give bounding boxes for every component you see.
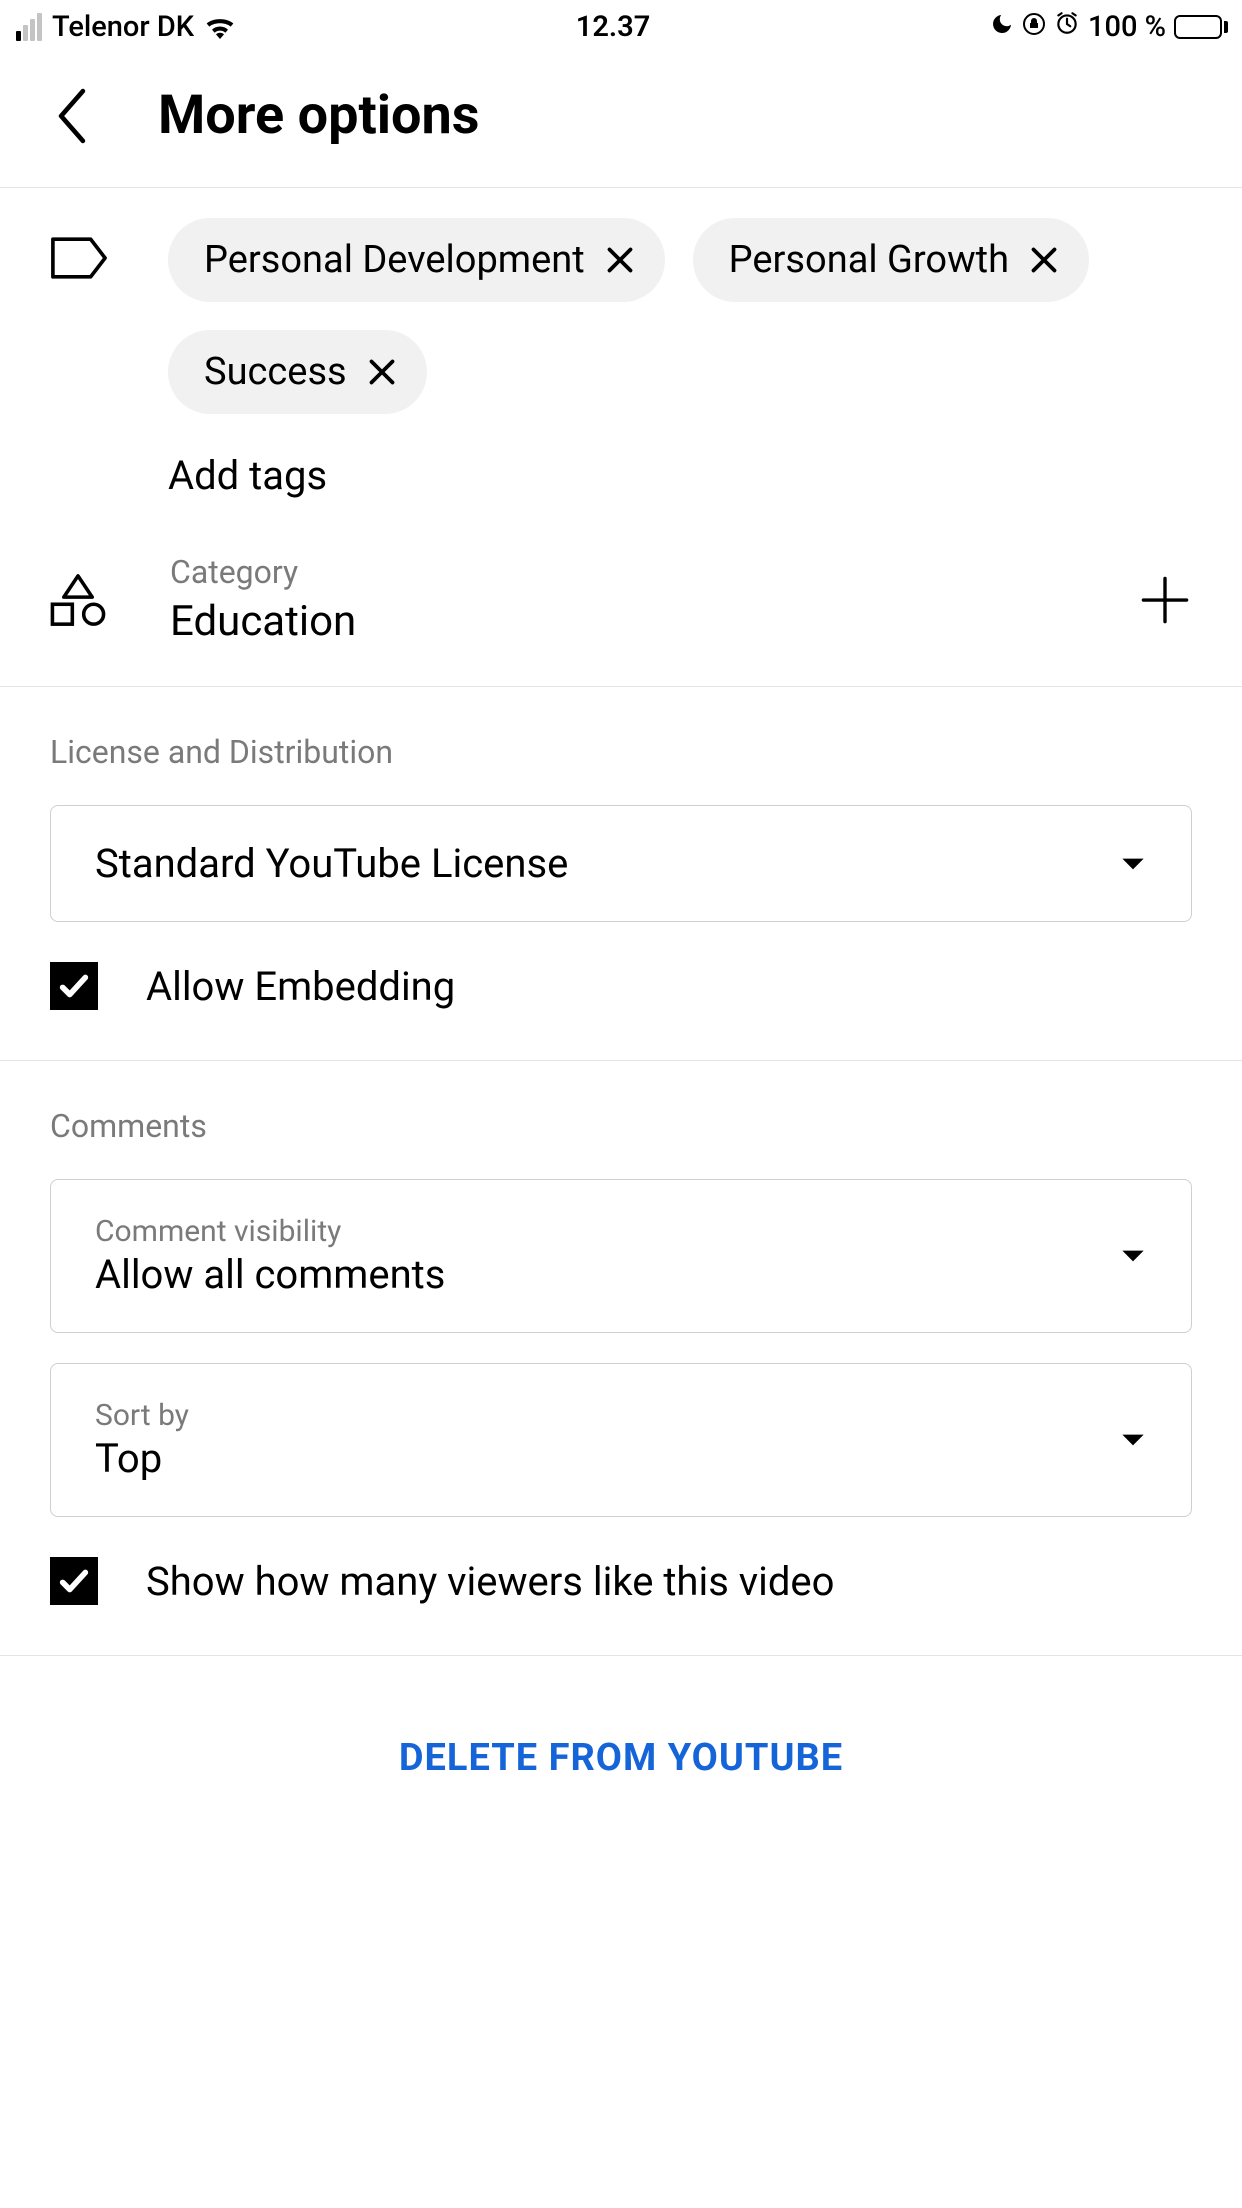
delete-from-youtube-button[interactable]: DELETE FROM YOUTUBE	[399, 1736, 843, 1780]
status-bar-left: Telenor DK	[16, 10, 236, 44]
tags-section: Personal Development Personal Growth Suc…	[0, 188, 1242, 519]
delete-section: DELETE FROM YOUTUBE	[0, 1656, 1242, 1860]
wifi-icon	[204, 15, 236, 39]
chevron-down-icon	[1119, 1432, 1147, 1448]
chevron-down-icon	[1119, 1248, 1147, 1264]
comments-section-title: Comments	[50, 1107, 1192, 1145]
carrier-label: Telenor DK	[52, 10, 194, 44]
plus-icon[interactable]	[1138, 573, 1192, 627]
alarm-icon	[1054, 10, 1080, 44]
tag-label: Personal Development	[204, 238, 585, 282]
remove-tag-button[interactable]	[367, 357, 397, 387]
license-select[interactable]: Standard YouTube License	[50, 805, 1192, 922]
tag-chip: Personal Growth	[693, 218, 1089, 302]
orientation-lock-icon	[1022, 10, 1046, 44]
comment-visibility-value: Allow all comments	[95, 1251, 445, 1298]
category-value: Education	[170, 597, 1078, 646]
category-row[interactable]: Category Education	[0, 519, 1242, 687]
remove-tag-button[interactable]	[1029, 245, 1059, 275]
allow-embedding-row: Allow Embedding	[50, 962, 1192, 1010]
show-likes-label: Show how many viewers like this video	[146, 1558, 834, 1605]
add-tags-button[interactable]: Add tags	[168, 452, 1192, 499]
show-likes-checkbox[interactable]	[50, 1557, 98, 1605]
category-label: Category	[170, 553, 1078, 591]
page-title: More options	[158, 84, 480, 147]
chevron-down-icon	[1119, 856, 1147, 872]
license-select-value: Standard YouTube License	[95, 840, 568, 887]
allow-embedding-label: Allow Embedding	[146, 963, 455, 1010]
signal-icon	[16, 13, 42, 41]
moon-icon	[990, 10, 1014, 44]
back-button[interactable]	[56, 88, 88, 144]
page-header: More options	[0, 54, 1242, 188]
allow-embedding-checkbox[interactable]	[50, 962, 98, 1010]
shapes-icon	[46, 573, 110, 627]
sort-by-label: Sort by	[95, 1398, 189, 1433]
status-time: 12.37	[576, 10, 651, 44]
battery-percent-label: 100 %	[1088, 10, 1166, 44]
tag-icon	[50, 218, 108, 284]
tag-chip: Personal Development	[168, 218, 665, 302]
status-bar-right: 100 %	[990, 10, 1228, 44]
comment-visibility-select[interactable]: Comment visibility Allow all comments	[50, 1179, 1192, 1333]
tag-label: Success	[204, 350, 347, 394]
show-likes-row: Show how many viewers like this video	[50, 1557, 1192, 1605]
license-section: License and Distribution Standard YouTub…	[0, 687, 1242, 1061]
comment-visibility-label: Comment visibility	[95, 1214, 445, 1249]
battery-icon	[1174, 15, 1228, 39]
status-bar: Telenor DK 12.37 100 %	[0, 0, 1242, 54]
license-section-title: License and Distribution	[50, 733, 1192, 771]
comments-section: Comments Comment visibility Allow all co…	[0, 1061, 1242, 1656]
tag-label: Personal Growth	[729, 238, 1009, 282]
tags-list: Personal Development Personal Growth Suc…	[168, 218, 1192, 499]
sort-by-select[interactable]: Sort by Top	[50, 1363, 1192, 1517]
remove-tag-button[interactable]	[605, 245, 635, 275]
tag-chip: Success	[168, 330, 427, 414]
sort-by-value: Top	[95, 1435, 189, 1482]
